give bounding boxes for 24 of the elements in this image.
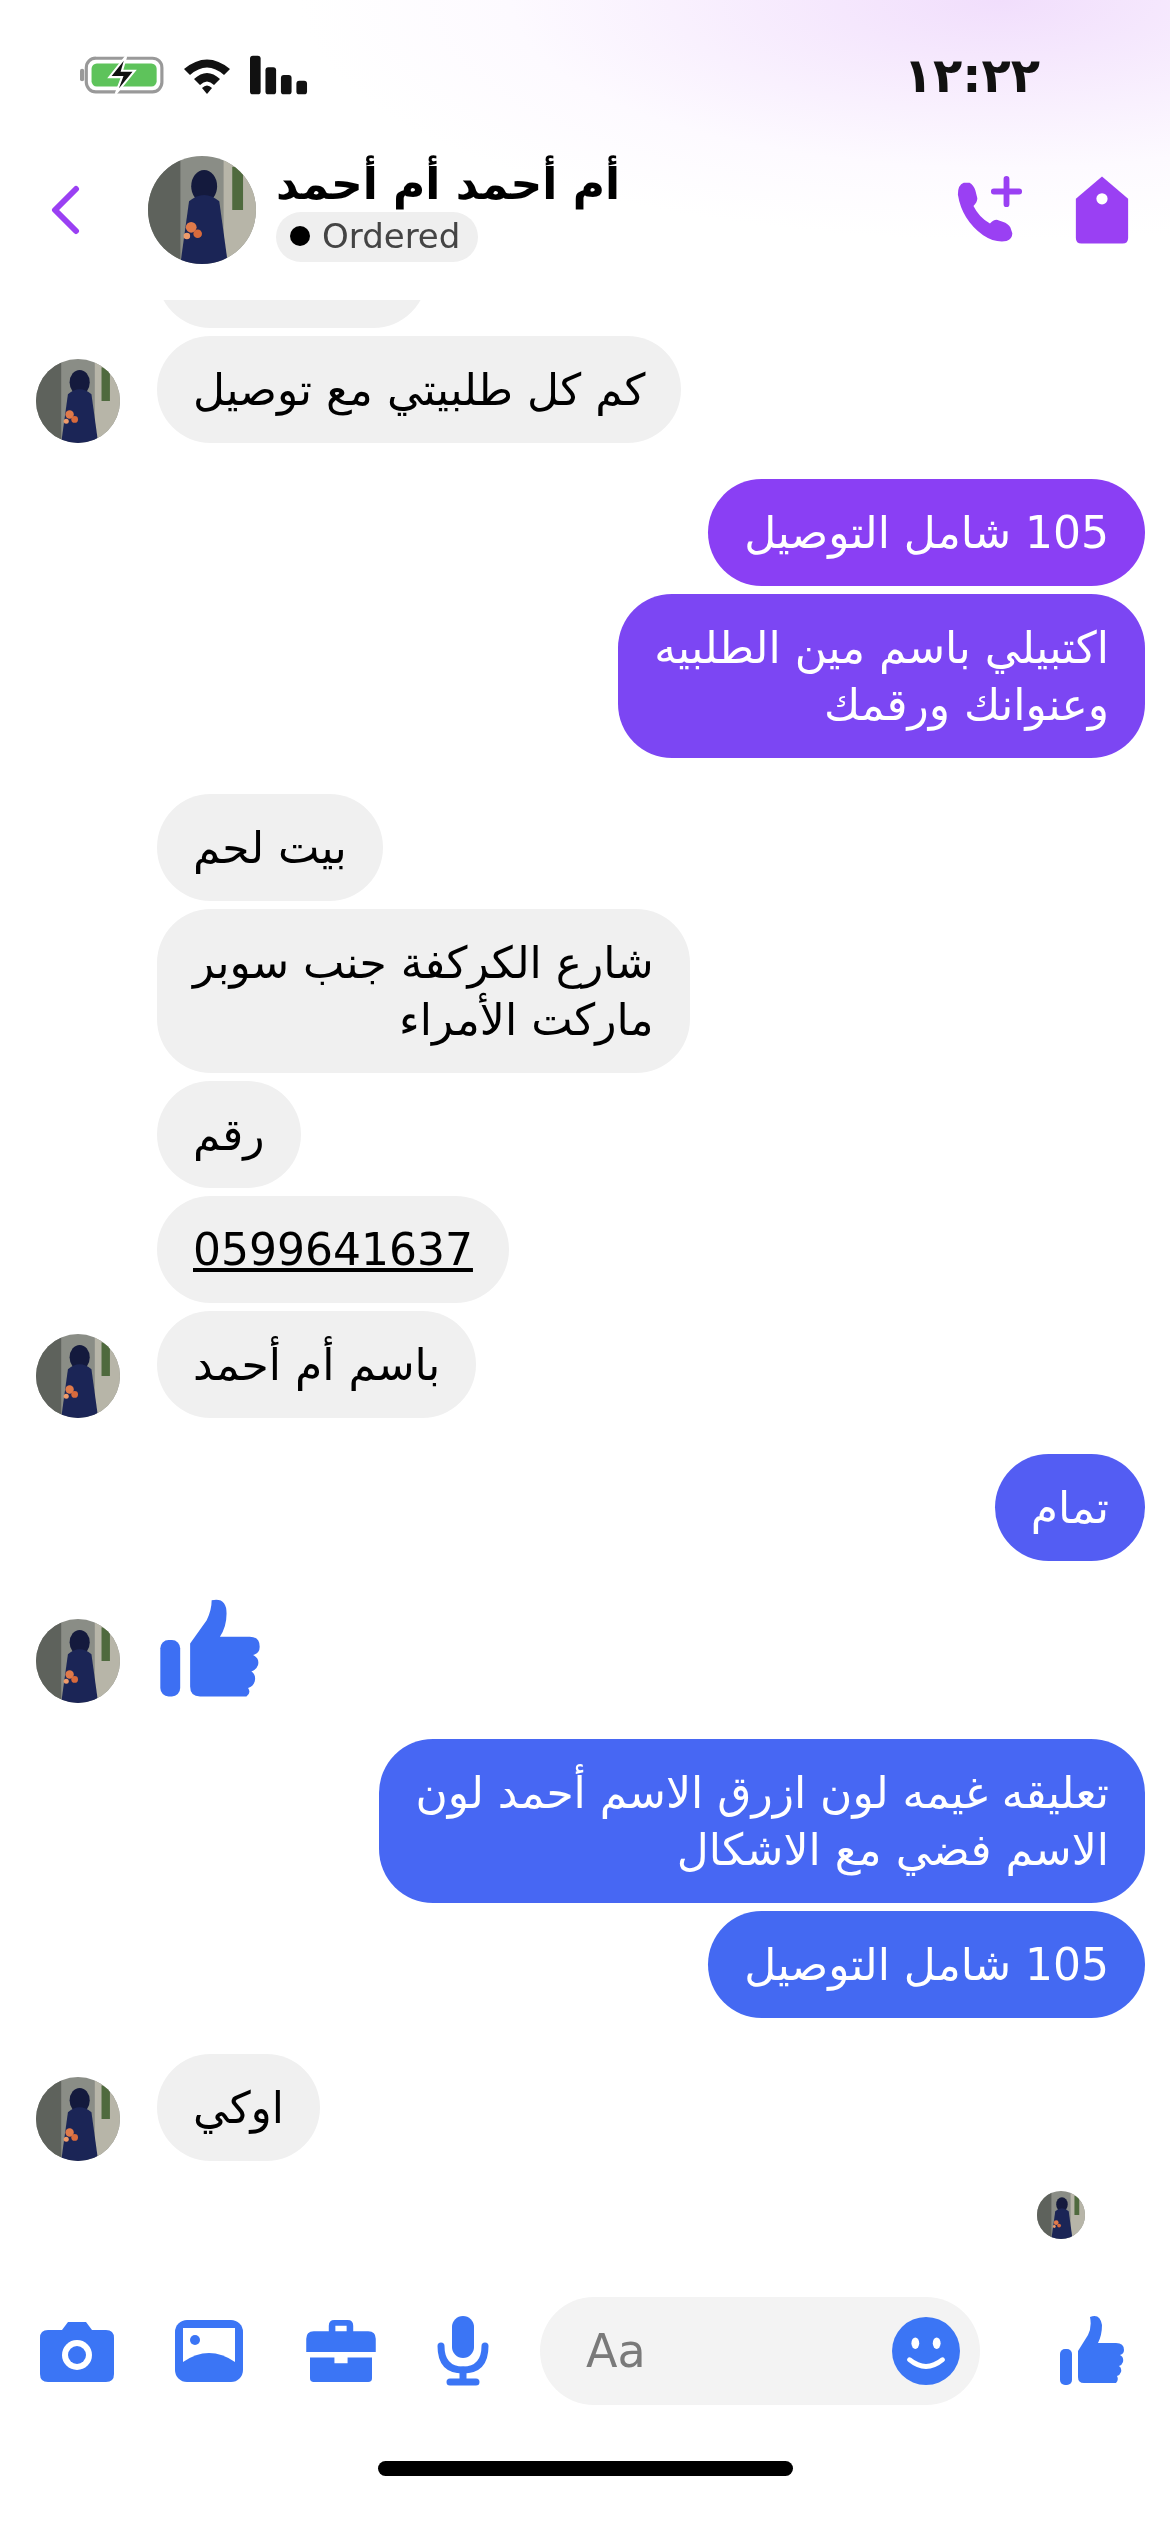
message-input[interactable]: Aa bbox=[586, 2297, 892, 2405]
image-icon[interactable] bbox=[172, 2320, 246, 2382]
signal-icon bbox=[250, 55, 308, 95]
message-bubble: اكتبيلي باسم مين الطلبيه وعنوانك ورقمك bbox=[618, 594, 1145, 758]
message-bubble: 105 شامل التوصيل bbox=[708, 479, 1145, 586]
message-bubble: شارع الكركفة جنب سوبر ماركت الأمراء bbox=[157, 909, 690, 1073]
tag-icon[interactable] bbox=[1074, 175, 1130, 245]
contact-name: أم أحمد أم أحمد bbox=[276, 157, 621, 211]
message-bubble: اوكي bbox=[157, 2054, 321, 2161]
message-bubble: 105 شامل التوصيل bbox=[708, 1911, 1145, 2018]
message-bubble: باسم أم أحمد bbox=[157, 1311, 477, 1418]
label-chip[interactable]: Ordered bbox=[276, 212, 479, 263]
status-time: ١٢:٢٢ bbox=[903, 47, 1040, 103]
microphone-icon[interactable] bbox=[436, 2316, 490, 2386]
message-bubble: كم كل طلبيتي مع توصيل bbox=[157, 336, 682, 443]
thumbs-up-icon[interactable] bbox=[1059, 2315, 1125, 2387]
message-bubble: بيت لحم bbox=[157, 794, 383, 901]
message-bubble: تمام bbox=[994, 1454, 1145, 1561]
camera-icon[interactable] bbox=[40, 2320, 114, 2382]
briefcase-icon[interactable] bbox=[304, 2320, 378, 2382]
message-field[interactable]: Aa bbox=[540, 2297, 980, 2405]
message-bubble: تعليقه غيمه لون ازرق الاسم أحمد لون الاسم فضي مع الاشكال bbox=[379, 1739, 1145, 1903]
message-bubble: رقم bbox=[157, 1081, 301, 1188]
smiley-icon[interactable] bbox=[892, 2317, 960, 2385]
